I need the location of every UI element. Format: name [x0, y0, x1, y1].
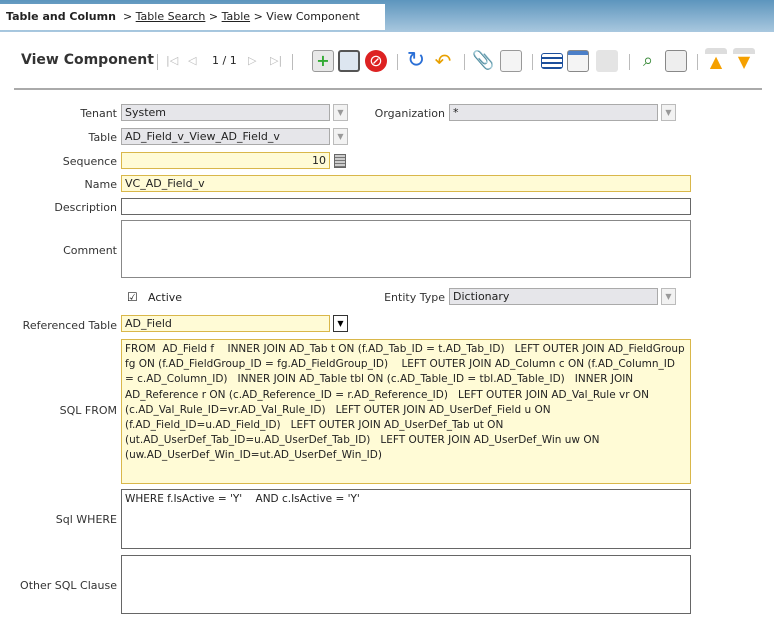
breadcrumb-current: View Component: [266, 10, 360, 23]
breadcrumb: Table and Column > Table Search > Table …: [0, 4, 385, 30]
active-checkbox[interactable]: ☑: [127, 290, 138, 304]
table-label: Table: [88, 131, 117, 144]
zoom-across-icon[interactable]: ⌕: [637, 50, 659, 72]
sql-from-label: SQL FROM: [59, 404, 117, 417]
referenced-table-label: Referenced Table: [22, 319, 117, 332]
toolbar-divider: [14, 88, 762, 90]
report-icon[interactable]: [567, 50, 589, 72]
tenant-label: Tenant: [80, 107, 117, 120]
other-sql-label: Other SQL Clause: [20, 579, 117, 592]
tenant-field[interactable]: System: [121, 104, 330, 121]
breadcrumb-sep: >: [122, 10, 133, 23]
sql-from-field[interactable]: FROM AD_Field f INNER JOIN AD_Tab t ON (…: [121, 339, 691, 484]
print-icon[interactable]: [596, 50, 618, 72]
name-label: Name: [84, 178, 117, 191]
sequence-field[interactable]: 10: [121, 152, 330, 169]
name-field[interactable]: VC_AD_Field_v: [121, 175, 691, 192]
calculator-icon[interactable]: [334, 154, 346, 168]
organization-field[interactable]: *: [449, 104, 658, 121]
description-field[interactable]: [121, 198, 691, 215]
previous-record-icon[interactable]: ◁: [188, 54, 196, 67]
attachment-icon[interactable]: 📎: [472, 50, 494, 72]
sequence-label: Sequence: [62, 155, 117, 168]
undo-icon[interactable]: ↶: [432, 50, 454, 72]
referenced-table-dropdown-icon[interactable]: ▼: [333, 315, 348, 332]
last-record-icon[interactable]: ▷|: [270, 54, 282, 67]
sql-where-label: Sql WHERE: [55, 513, 117, 526]
entity-type-label: Entity Type: [384, 291, 445, 304]
grid-toggle-icon[interactable]: [541, 53, 563, 69]
detail-record-icon[interactable]: ▼: [733, 48, 755, 76]
active-label: Active: [148, 291, 183, 304]
entity-type-dropdown-icon[interactable]: ▼: [661, 288, 676, 305]
parent-record-icon[interactable]: ▲: [705, 48, 727, 76]
organization-label: Organization: [374, 107, 445, 120]
save-icon[interactable]: [338, 50, 360, 72]
breadcrumb-sep: >: [253, 10, 263, 23]
page-title: View Component: [21, 52, 154, 68]
table-field[interactable]: AD_Field_v_View_AD_Field_v: [121, 128, 330, 145]
other-sql-field[interactable]: [121, 555, 691, 614]
referenced-table-field[interactable]: AD_Field: [121, 315, 330, 332]
record-counter: 1 / 1: [212, 54, 237, 67]
breadcrumb-root: Table and Column: [6, 10, 116, 23]
breadcrumb-sep: >: [208, 10, 219, 23]
next-record-icon[interactable]: ▷: [248, 54, 256, 67]
first-record-icon[interactable]: |◁: [166, 54, 178, 67]
archive-icon[interactable]: [665, 50, 687, 72]
organization-dropdown-icon[interactable]: ▼: [661, 104, 676, 121]
entity-type-field[interactable]: Dictionary: [449, 288, 658, 305]
refresh-icon[interactable]: ↻: [405, 50, 427, 72]
description-label: Description: [54, 201, 117, 214]
comment-label: Comment: [63, 244, 117, 257]
delete-icon[interactable]: ⊘: [365, 50, 387, 72]
comment-field[interactable]: [121, 220, 691, 278]
breadcrumb-table-search[interactable]: Table Search: [136, 10, 206, 23]
breadcrumb-table[interactable]: Table: [222, 10, 250, 23]
table-dropdown-icon[interactable]: ▼: [333, 128, 348, 145]
sql-where-field[interactable]: WHERE f.IsActive = 'Y' AND c.IsActive = …: [121, 489, 691, 549]
chat-icon[interactable]: [500, 50, 522, 72]
new-record-icon[interactable]: +: [312, 50, 334, 72]
